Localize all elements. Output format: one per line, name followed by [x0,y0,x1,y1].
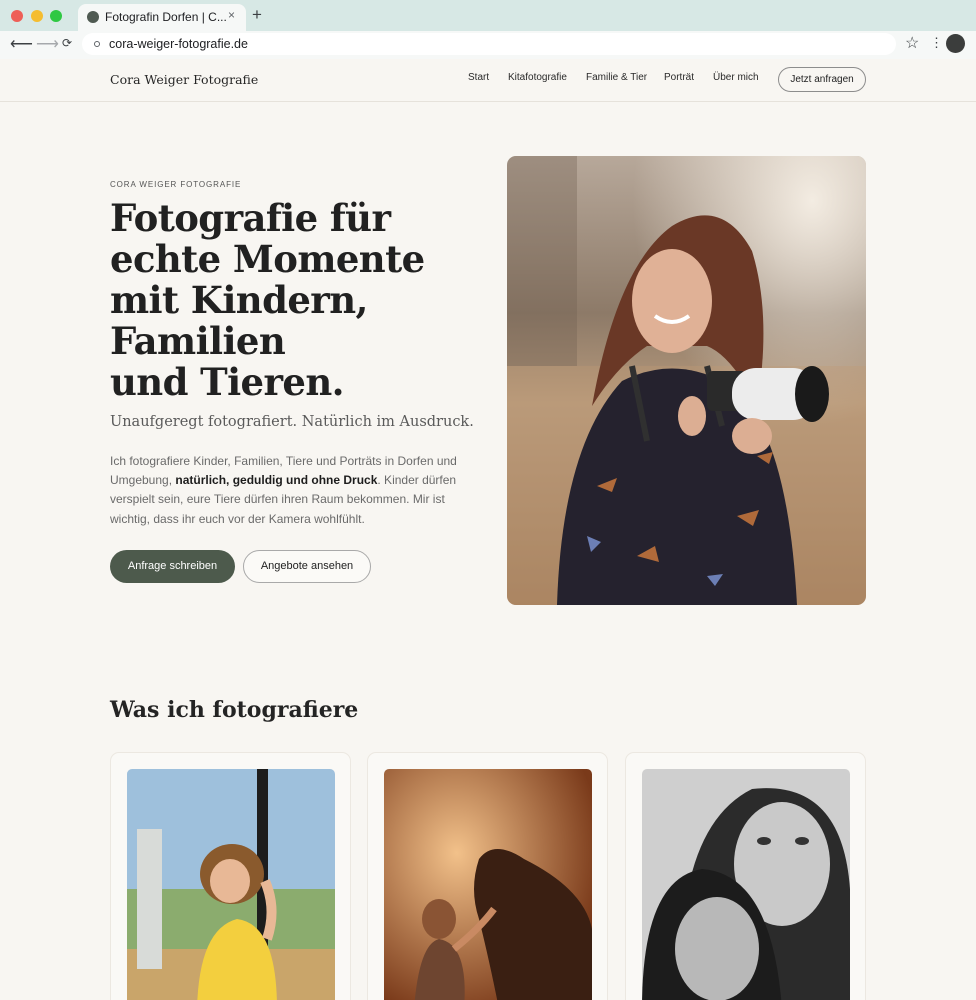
profile-avatar[interactable] [946,34,965,53]
site-logo[interactable]: Cora Weiger Fotografie [110,72,258,87]
tab-close-icon[interactable]: × [228,8,235,22]
browser-menu-icon[interactable]: ⋮ [930,35,943,51]
forward-icon[interactable]: ⟶ [36,34,59,54]
hero-subtitle: Unaufgeregt fotografiert. Natürlich im A… [110,414,474,430]
new-tab-button[interactable]: + [252,5,262,25]
site-header: Cora Weiger Fotografie Start Kitafotogra… [0,59,976,102]
service-card-familie-tier[interactable] [367,752,608,1000]
site-info-icon[interactable] [94,41,100,47]
tab-strip: Fotografin Dorfen | C... × + [0,0,976,31]
maximize-window-button[interactable] [50,10,62,22]
nav-portraet[interactable]: Porträt [664,72,694,83]
hero-eyebrow: CORA WEIGER FOTOGRAFIE [110,180,242,189]
reload-icon[interactable]: ⟳ [62,36,72,50]
back-icon[interactable]: ⟵ [10,34,33,54]
nav-kitafotografie[interactable]: Kitafotografie [508,72,567,83]
browser-tab[interactable]: Fotografin Dorfen | C... × [78,4,246,31]
nav-start[interactable]: Start [468,72,489,83]
services-heading: Was ich fotografiere [110,697,359,723]
favicon-icon [87,11,99,23]
service-card-kita[interactable] [110,752,351,1000]
angebote-ansehen-button[interactable]: Angebote ansehen [243,550,371,583]
bookmark-star-icon[interactable]: ☆ [905,33,919,53]
hero-title-line: und Tieren. [110,360,345,404]
familie-tier-photo [384,769,592,1000]
nav-ueber-mich[interactable]: Über mich [713,72,759,83]
hero-title: Fotografie für echte Momente mit Kindern… [110,198,500,403]
hero-title-line: mit Kindern, [110,278,368,322]
browser-toolbar: ⟵ ⟶ ⟳ cora-weiger-fotografie.de ☆ ⋮ [0,31,976,59]
hero-title-line: Fotografie für [110,196,391,240]
url-text[interactable]: cora-weiger-fotografie.de [109,37,248,51]
hero-photographer-image [507,156,866,605]
jetzt-anfragen-button[interactable]: Jetzt anfragen [778,67,866,92]
close-window-button[interactable] [11,10,23,22]
portraet-photo [642,769,850,1000]
hero-description-emphasis: natürlich, geduldig und ohne Druck [175,473,378,488]
address-bar[interactable]: cora-weiger-fotografie.de [82,33,896,55]
minimize-window-button[interactable] [31,10,43,22]
anfrage-schreiben-button[interactable]: Anfrage schreiben [110,550,235,583]
hero-title-line: echte Momente [110,237,425,281]
kita-photo [127,769,335,1000]
tab-title: Fotografin Dorfen | C... [105,10,227,24]
service-card-portraet[interactable] [625,752,866,1000]
nav-familie-tier[interactable]: Familie & Tier [586,72,647,83]
browser-chrome: Fotografin Dorfen | C... × + ⟵ ⟶ ⟳ cora-… [0,0,976,59]
hero-description: Ich fotografiere Kinder, Familien, Tiere… [110,452,470,529]
hero-title-line: Familien [110,319,286,363]
